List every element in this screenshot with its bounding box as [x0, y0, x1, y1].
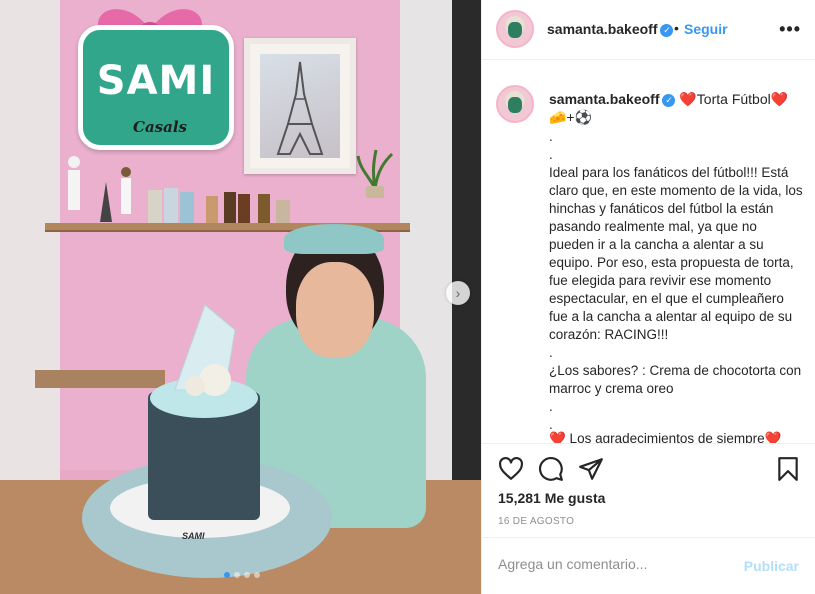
- caption-line: .: [549, 147, 553, 162]
- comment-icon[interactable]: [538, 456, 564, 482]
- follow-button[interactable]: Seguir: [684, 21, 728, 37]
- avatar[interactable]: [496, 10, 534, 48]
- lower-shelf: [35, 370, 165, 388]
- carousel-dot: [244, 572, 250, 578]
- next-photo-button[interactable]: ›: [446, 281, 470, 305]
- separator: •: [674, 20, 679, 36]
- caption-emoji-line: 🧀+⚽: [549, 109, 593, 125]
- comment-input[interactable]: [498, 556, 718, 572]
- eiffel-tower-icon: [276, 61, 324, 155]
- chevron-right-icon: ›: [455, 285, 461, 301]
- username-text[interactable]: samanta.bakeoff: [547, 21, 657, 37]
- likes-count[interactable]: 15,281 Me gusta: [498, 490, 605, 506]
- wall-left: [0, 0, 60, 480]
- caption-area: samanta.bakeoff ✓ ❤️Torta Fútbol❤️ 🧀+⚽ . …: [482, 61, 815, 443]
- more-options-icon[interactable]: •••: [779, 19, 801, 40]
- caption-line: Ideal para los fanáticos del fútbol!!! E…: [549, 165, 803, 342]
- caption-cut-line: ❤️ Los agradecimientos de siempre❤️: [549, 431, 782, 443]
- post-side-panel: samanta.bakeoff ✓ • Seguir ••• samanta.ba…: [481, 0, 815, 594]
- carousel-dot: [254, 572, 260, 578]
- caption-line: .: [549, 129, 553, 144]
- publish-button[interactable]: Publicar: [744, 558, 799, 574]
- verified-badge-icon: ✓: [662, 94, 676, 107]
- logo-text: SAMI: [96, 58, 216, 104]
- action-bar: 15,281 Me gusta 16 DE AGOSTO: [482, 443, 815, 537]
- comment-bar: Publicar: [482, 537, 815, 594]
- chef-figurines: [68, 156, 131, 222]
- carousel-dot: [234, 572, 240, 578]
- ingredient-bottles: [148, 188, 290, 224]
- caption-line: .: [549, 399, 553, 414]
- verified-badge-icon: ✓: [660, 24, 674, 37]
- cake-topper: [174, 304, 236, 396]
- sami-logo-sign: SAMI Casals: [78, 25, 234, 150]
- logo-subtext: Casals: [133, 118, 187, 136]
- share-icon[interactable]: [578, 456, 604, 482]
- bookmark-icon[interactable]: [775, 456, 801, 482]
- plant-icon: [356, 149, 394, 198]
- caption-avatar[interactable]: [496, 85, 534, 123]
- caption-header: samanta.bakeoff ✓ ❤️Torta Fútbol❤️ 🧀+⚽: [549, 90, 799, 126]
- caption-line: ¿Los sabores? : Crema de chocotorta con …: [549, 363, 802, 396]
- post-photo[interactable]: SAMI Casals SAMI ›: [0, 0, 481, 594]
- post-header: samanta.bakeoff ✓ • Seguir •••: [482, 0, 815, 60]
- caption-line: .: [549, 345, 553, 360]
- caption-body: . . Ideal para los fanáticos del fútbol!…: [549, 128, 803, 434]
- eiffel-clock: [244, 38, 356, 174]
- caption-username[interactable]: samanta.bakeoff: [549, 91, 659, 107]
- post-date[interactable]: 16 DE AGOSTO: [498, 516, 574, 527]
- person-face: [296, 262, 374, 358]
- headband: [284, 224, 384, 254]
- header-username[interactable]: samanta.bakeoff ✓: [547, 21, 674, 37]
- carousel-dot: [224, 572, 230, 578]
- carousel-indicator: [224, 572, 260, 578]
- heart-icon[interactable]: [498, 456, 524, 482]
- cake-board-label: SAMI: [182, 531, 205, 541]
- caption-title: ❤️Torta Fútbol❤️: [679, 91, 789, 107]
